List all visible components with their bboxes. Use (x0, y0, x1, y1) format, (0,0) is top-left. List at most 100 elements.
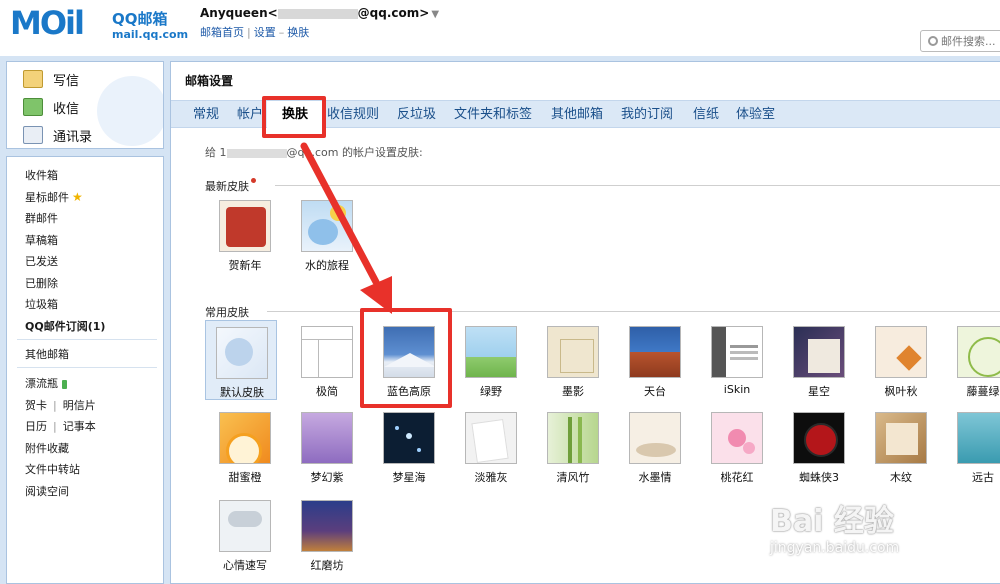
highlight-box-skin-tab (262, 96, 326, 138)
sidebar-item-file-transfer[interactable]: 文件中转站 (25, 461, 80, 477)
skin-thumbnail (219, 200, 271, 252)
receive-label: 收信 (53, 101, 80, 117)
skin-thumbnail (301, 200, 353, 252)
sidebar-item-calendar[interactable]: 日历 (25, 420, 47, 433)
page-title: 邮箱设置 (185, 74, 234, 88)
logo-brand: QQ邮箱 (112, 10, 168, 28)
compose-button[interactable]: 写信 (23, 68, 79, 90)
skin-rooftop[interactable]: 天台 (619, 320, 691, 400)
redacted-email (226, 148, 287, 158)
skin-thumbnail (629, 412, 681, 464)
chevron-down-icon[interactable]: ▼ (431, 9, 439, 20)
sidebar-item-group-mail[interactable]: 群邮件 (25, 210, 58, 226)
skin-thumbnail (793, 412, 845, 464)
contacts-label: 通讯录 (53, 129, 93, 145)
sidebar-item-reading-space[interactable]: 阅读空间 (25, 483, 69, 499)
skin-breeze-bamboo[interactable]: 清风竹 (537, 406, 609, 486)
skin-iskin[interactable]: iSkin (701, 320, 773, 400)
mail-search-box[interactable] (920, 30, 1000, 52)
skin-thumbnail (629, 326, 681, 378)
sidebar-item-deleted[interactable]: 已删除 (25, 275, 58, 291)
skin-thumbnail (216, 327, 268, 379)
tab-folders-labels[interactable]: 文件夹和标签 (454, 101, 532, 129)
skin-thumbnail (301, 412, 353, 464)
skin-thumbnail (875, 326, 927, 378)
sidebar-item-attachments[interactable]: 附件收藏 (25, 440, 69, 456)
skin-peach-red[interactable]: 桃花红 (701, 406, 773, 486)
skin-thumbnail (465, 326, 517, 378)
tab-labs[interactable]: 体验室 (736, 101, 775, 129)
sidebar-item-drift-bottle[interactable]: 漂流瓶 (25, 375, 67, 391)
section-divider (275, 185, 1000, 186)
nav-skin: 换肤 (287, 26, 310, 39)
sidebar-item-drafts[interactable]: 草稿箱 (25, 232, 58, 248)
skin-water-journey[interactable]: 水的旅程 (291, 194, 363, 274)
skin-green-field[interactable]: 绿野 (455, 320, 527, 400)
skin-wood-grain[interactable]: 木纹 (865, 406, 937, 486)
sidebar-item-inbox[interactable]: 收件箱 (25, 167, 58, 183)
skin-mood-sketch[interactable]: 心情速写 (209, 494, 281, 574)
skin-thumbnail (875, 412, 927, 464)
skin-minimal[interactable]: 极简 (291, 320, 363, 400)
new-dot-icon (251, 178, 256, 183)
skin-maple-autumn[interactable]: 枫叶秋 (865, 320, 937, 400)
account-switcher[interactable]: Anyqueen< @qq.com> ▼ (200, 6, 439, 20)
contacts-button[interactable]: 通讯录 (23, 124, 92, 146)
compose-icon (23, 70, 43, 88)
skin-thumbnail (547, 412, 599, 464)
sidebar-item-sent[interactable]: 已发送 (25, 253, 58, 269)
tab-other-mailboxes[interactable]: 其他邮箱 (551, 101, 603, 129)
sidebar-item-postcard[interactable]: 明信片 (63, 399, 96, 412)
sidebar-item-other-mailboxes[interactable]: 其他邮箱 (25, 346, 69, 362)
skin-ancient[interactable]: 远古 (947, 406, 1000, 486)
nav-mailbox-home[interactable]: 邮箱首页 (200, 26, 244, 39)
skin-dream-starsea[interactable]: 梦星海 (373, 406, 445, 486)
search-input[interactable] (941, 33, 1000, 49)
tab-subscriptions[interactable]: 我的订阅 (621, 101, 673, 129)
skin-thumbnail (957, 326, 1000, 378)
mascot-watermark (97, 76, 163, 146)
receive-button[interactable]: 收信 (23, 96, 79, 118)
tab-mail-rules[interactable]: 收信规则 (327, 101, 379, 129)
sidebar-item-greeting-card[interactable]: 贺卡 (25, 399, 47, 412)
skin-elegant-gray[interactable]: 淡雅灰 (455, 406, 527, 486)
sidebar-divider (17, 367, 157, 368)
sidebar-item-starred[interactable]: 星标邮件 ★ (25, 189, 83, 205)
compose-label: 写信 (53, 73, 80, 89)
section-common-skins: 常用皮肤 (205, 306, 249, 319)
skin-starry-sky[interactable]: 星空 (783, 320, 855, 400)
tab-anti-spam[interactable]: 反垃圾 (397, 101, 436, 129)
account-domain: @qq.com> (357, 6, 430, 20)
sidebar-item-spam[interactable]: 垃圾箱 (25, 296, 58, 312)
contacts-icon (23, 126, 43, 144)
skin-thumbnail (219, 500, 271, 552)
tab-account[interactable]: 帐户 (237, 101, 263, 129)
skin-ink-feeling[interactable]: 水墨情 (619, 406, 691, 486)
skin-ink-shadow[interactable]: 墨影 (537, 320, 609, 400)
skin-thumbnail (711, 326, 763, 378)
breadcrumb: 邮箱首页 | 设置 – 换肤 (200, 26, 310, 39)
skin-thumbnail (301, 326, 353, 378)
skin-thumbnail (301, 500, 353, 552)
tab-general[interactable]: 常规 (193, 101, 219, 129)
sidebar-item-notes[interactable]: 记事本 (63, 420, 96, 433)
tab-stationery[interactable]: 信纸 (693, 101, 719, 129)
skin-sweet-orange[interactable]: 甜蜜橙 (209, 406, 281, 486)
skin-vine-green[interactable]: 藤蔓绿 (947, 320, 1000, 400)
redacted-email (277, 8, 358, 19)
section-new-skins: 最新皮肤 (205, 178, 256, 194)
skin-thumbnail (547, 326, 599, 378)
inbox-download-icon (23, 98, 43, 116)
skin-thumbnail (383, 412, 435, 464)
sidebar-divider (17, 339, 157, 340)
skin-default[interactable]: 默认皮肤 (205, 320, 277, 400)
logo-domain: mail.qq.com (112, 28, 189, 41)
sidebar-item-subscriptions[interactable]: QQ邮件订阅(1) (25, 318, 105, 334)
skin-moulin-rouge[interactable]: 红磨坊 (291, 494, 363, 574)
highlight-box-blue-plateau (360, 308, 452, 408)
skin-thumbnail (793, 326, 845, 378)
skin-new-year[interactable]: 贺新年 (209, 194, 281, 274)
nav-settings[interactable]: 设置 (254, 26, 276, 39)
skin-dream-purple[interactable]: 梦幻紫 (291, 406, 363, 486)
skin-spiderman3[interactable]: 蜘蛛侠3 (783, 406, 855, 486)
